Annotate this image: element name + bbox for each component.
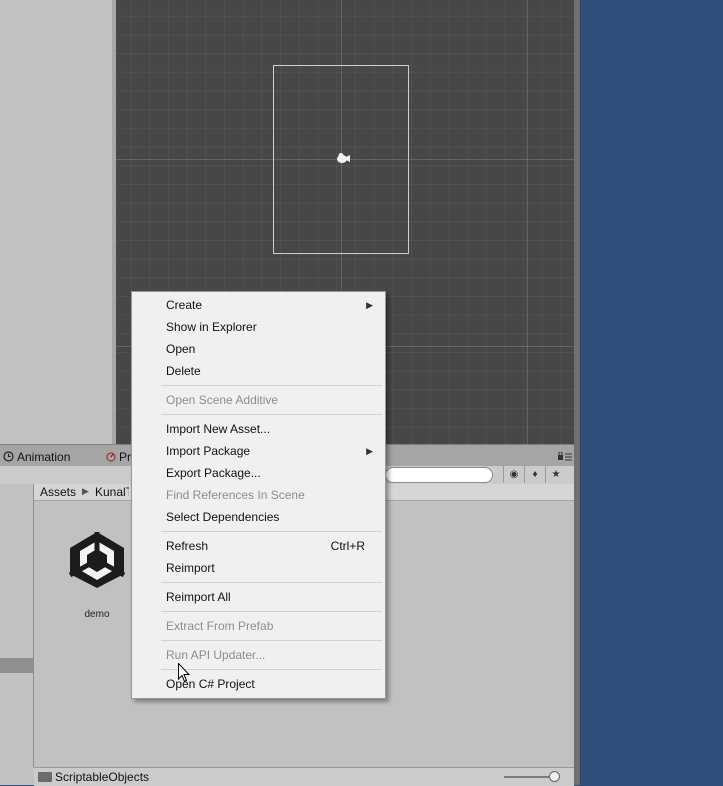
clock-icon — [3, 451, 14, 462]
tab-project-label: Pr — [119, 450, 131, 464]
menu-separator — [161, 531, 382, 532]
menu-item-import-package[interactable]: Import Package ▶ — [132, 440, 385, 462]
selected-folder-row[interactable] — [0, 658, 33, 673]
tab-project[interactable]: Pr — [106, 447, 132, 467]
hierarchy-panel — [0, 0, 113, 444]
camera-gizmo-icon[interactable] — [335, 152, 351, 164]
project-status-bar: ScriptableObjects — [34, 767, 574, 786]
breadcrumb-assets[interactable]: Assets — [40, 485, 76, 499]
menu-item-open-csharp-project[interactable]: Open C# Project — [132, 673, 385, 695]
menu-separator — [161, 385, 382, 386]
menu-item-export-package[interactable]: Export Package... — [132, 462, 385, 484]
menu-separator — [161, 582, 382, 583]
unity-logo-icon[interactable] — [64, 529, 130, 591]
icon-size-slider-thumb[interactable] — [549, 771, 560, 782]
menu-separator — [161, 611, 382, 612]
menu-separator — [161, 414, 382, 415]
mouse-cursor-icon — [178, 663, 190, 683]
search-input[interactable] — [385, 467, 493, 483]
breadcrumb-arrow-icon: ▶ — [82, 486, 89, 496]
menu-item-reimport[interactable]: Reimport — [132, 557, 385, 579]
project-folder-tree[interactable] — [0, 484, 34, 785]
status-left — [0, 767, 35, 785]
menu-item-extract-from-prefab: Extract From Prefab — [166, 619, 274, 633]
shortcut-label: Ctrl+R — [330, 539, 365, 553]
asset-label[interactable]: demo — [68, 609, 126, 620]
profiler-icon — [106, 452, 116, 462]
lock-icon[interactable] — [558, 452, 572, 461]
filter-by-type-icon[interactable]: ◉ — [503, 466, 524, 483]
submenu-arrow-icon: ▶ — [366, 300, 373, 310]
submenu-arrow-icon: ▶ — [366, 446, 373, 456]
menu-separator — [161, 640, 382, 641]
selected-path-label: ScriptableObjects — [55, 770, 150, 784]
breadcrumb-folder[interactable]: KunalT — [95, 485, 129, 499]
context-menu: Create ▶ Show in Explorer Open Delete Op… — [131, 291, 386, 699]
menu-item-create[interactable]: Create ▶ — [132, 294, 385, 316]
window-edge — [574, 0, 581, 785]
filter-by-label-icon[interactable]: ♦ — [524, 466, 545, 483]
folder-icon — [38, 772, 52, 782]
menu-item-reimport-all[interactable]: Reimport All — [132, 586, 385, 608]
menu-item-delete[interactable]: Delete — [132, 360, 385, 382]
menu-item-open[interactable]: Open — [132, 338, 385, 360]
tab-animation-label: Animation — [17, 450, 71, 464]
menu-separator — [161, 669, 382, 670]
scene-grid-line — [527, 0, 528, 444]
menu-item-import-new-asset[interactable]: Import New Asset... — [132, 418, 385, 440]
icon-size-slider[interactable] — [504, 776, 554, 778]
menu-item-refresh[interactable]: Refresh Ctrl+R — [132, 535, 385, 557]
menu-item-select-dependencies[interactable]: Select Dependencies — [132, 506, 385, 528]
menu-item-open-scene-additive: Open Scene Additive — [166, 393, 279, 407]
menu-item-find-references-in-scene: Find References In Scene — [166, 488, 305, 502]
menu-item-run-api-updater: Run API Updater... — [166, 648, 266, 662]
favorite-star-icon[interactable]: ★ — [545, 466, 566, 483]
tab-animation[interactable]: Animation — [3, 447, 70, 467]
menu-item-show-in-explorer[interactable]: Show in Explorer — [132, 316, 385, 338]
